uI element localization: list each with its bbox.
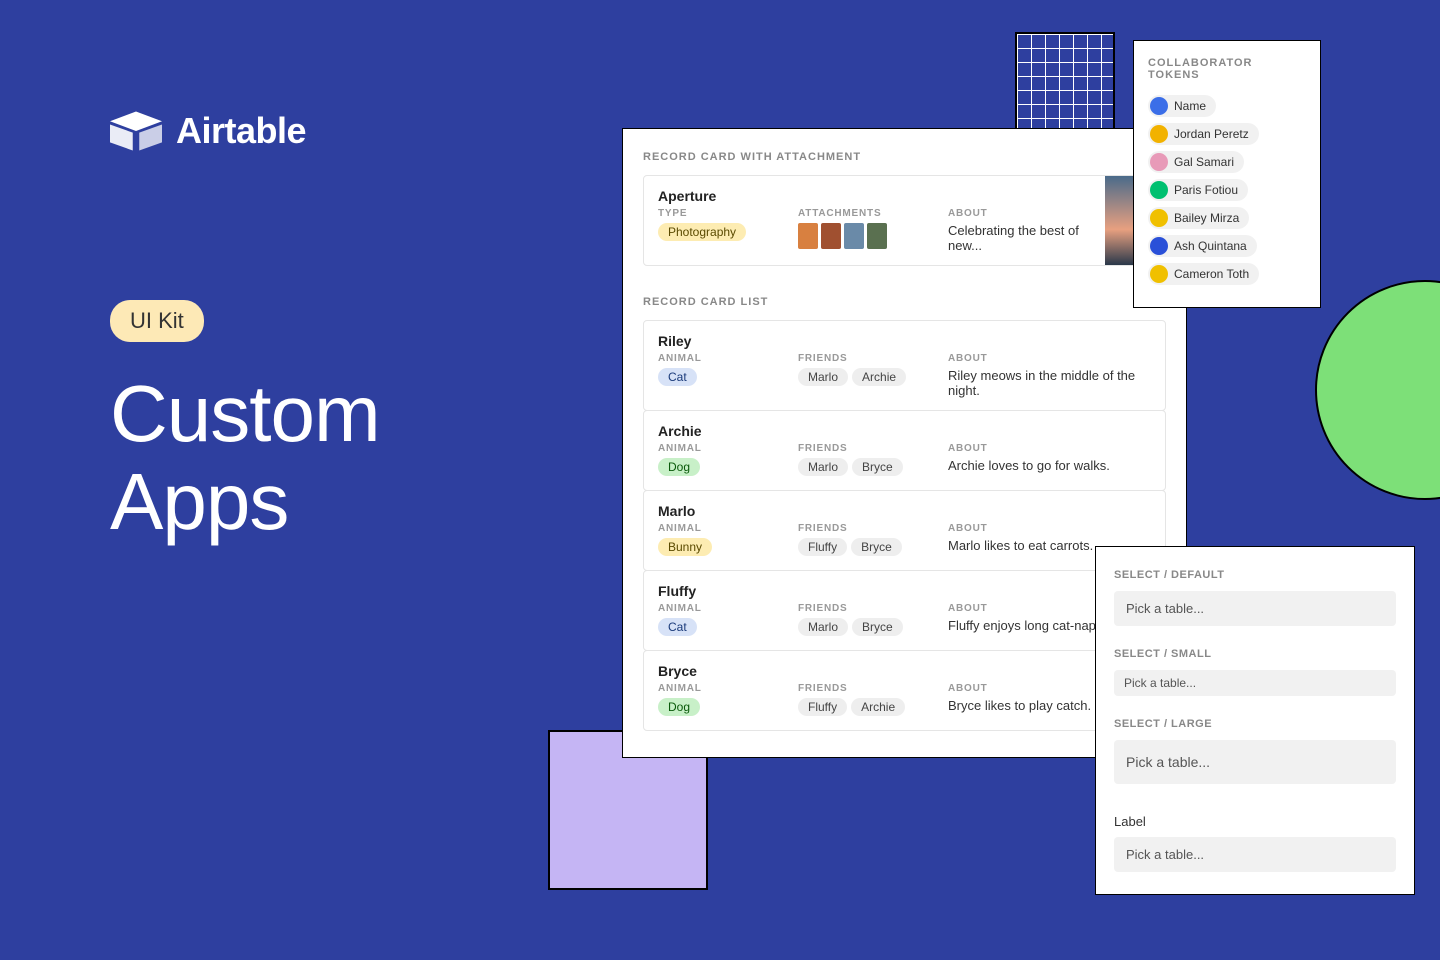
attachment-thumb[interactable] bbox=[821, 223, 841, 249]
collaborator-token[interactable]: Cameron Toth bbox=[1148, 263, 1306, 285]
avatar bbox=[1150, 125, 1168, 143]
headline-line-1: Custom bbox=[110, 370, 380, 458]
avatar bbox=[1150, 153, 1168, 171]
collaborator-name: Bailey Mirza bbox=[1174, 211, 1239, 225]
select-small-label: SELECT / SMALL bbox=[1114, 648, 1396, 660]
field-label-animal: ANIMAL bbox=[658, 353, 778, 364]
page-title: Custom Apps bbox=[110, 370, 380, 546]
collaborator-token[interactable]: Name bbox=[1148, 95, 1306, 117]
animal-tag: Dog bbox=[658, 698, 700, 716]
animal-tag: Bunny bbox=[658, 538, 712, 556]
animal-tag: Cat bbox=[658, 368, 697, 386]
field-label-friends: FRIENDS bbox=[798, 523, 928, 534]
animal-tag: Cat bbox=[658, 618, 697, 636]
record-card[interactable]: FluffyANIMALCatFRIENDSMarloBryceABOUTFlu… bbox=[643, 570, 1166, 651]
field-label-about: ABOUT bbox=[948, 208, 1095, 219]
friend-tag: Archie bbox=[852, 368, 906, 386]
collaborator-name: Paris Fotiou bbox=[1174, 183, 1238, 197]
friend-tag: Bryce bbox=[852, 618, 903, 636]
record-card[interactable]: BryceANIMALDogFRIENDSFluffyArchieABOUTBr… bbox=[643, 650, 1166, 731]
field-label-animal: ANIMAL bbox=[658, 603, 778, 614]
ui-kit-badge: UI Kit bbox=[110, 300, 204, 342]
collaborator-name: Name bbox=[1174, 99, 1206, 113]
about-text: Archie loves to go for walks. bbox=[948, 458, 1151, 473]
select-default-label: SELECT / DEFAULT bbox=[1114, 569, 1396, 581]
airtable-logo-icon bbox=[110, 111, 162, 151]
section-label-attachment: RECORD CARD WITH ATTACHMENT bbox=[643, 151, 1166, 163]
record-card-attachment[interactable]: Aperture TYPE Photography ATTACHMENTS AB… bbox=[643, 175, 1166, 266]
record-card[interactable]: Riley ANIMAL Cat FRIENDS MarloArchie ABOUT Ril… bbox=[643, 320, 1166, 411]
avatar bbox=[1150, 237, 1168, 255]
record-title: Bryce bbox=[658, 663, 778, 679]
friend-tag: Fluffy bbox=[798, 538, 847, 556]
collaborator-tokens-panel: COLLABORATOR TOKENS Name Jordan Peretz Gal… bbox=[1133, 40, 1321, 308]
select-large[interactable]: Pick a table... bbox=[1114, 740, 1396, 784]
decorative-grid-square bbox=[1015, 32, 1115, 132]
record-card[interactable]: Archie ANIMAL Dog FRIENDS MarloBryce ABOUT Arc… bbox=[643, 410, 1166, 491]
friend-tag: Bryce bbox=[851, 538, 902, 556]
friend-tag: Archie bbox=[851, 698, 905, 716]
about-text: Riley meows in the middle of the night. bbox=[948, 368, 1151, 398]
collaborator-token[interactable]: Paris Fotiou bbox=[1148, 179, 1306, 201]
record-title: Riley bbox=[658, 333, 778, 349]
avatar bbox=[1150, 97, 1168, 115]
attachment-thumb[interactable] bbox=[844, 223, 864, 249]
record-title: Archie bbox=[658, 423, 778, 439]
field-label-friends: FRIENDS bbox=[798, 443, 928, 454]
field-label-type: TYPE bbox=[658, 208, 778, 219]
field-label-animal: ANIMAL bbox=[658, 523, 778, 534]
collaborator-token[interactable]: Ash Quintana bbox=[1148, 235, 1306, 257]
brand-name: Airtable bbox=[176, 110, 306, 152]
select-labeled[interactable]: Pick a table... bbox=[1114, 837, 1396, 872]
select-default[interactable]: Pick a table... bbox=[1114, 591, 1396, 626]
record-title: Fluffy bbox=[658, 583, 778, 599]
collaborator-name: Ash Quintana bbox=[1174, 239, 1247, 253]
collaborator-name: Cameron Toth bbox=[1174, 267, 1249, 281]
friend-tag: Fluffy bbox=[798, 698, 847, 716]
avatar bbox=[1150, 181, 1168, 199]
attachment-thumb[interactable] bbox=[867, 223, 887, 249]
friend-tag: Bryce bbox=[852, 458, 903, 476]
field-label-attachments: ATTACHMENTS bbox=[798, 208, 928, 219]
avatar bbox=[1150, 265, 1168, 283]
brand-logo: Airtable bbox=[110, 110, 306, 152]
field-label-friends: FRIENDS bbox=[798, 353, 928, 364]
record-title: Aperture bbox=[658, 188, 778, 204]
select-panel: SELECT / DEFAULT Pick a table... SELECT … bbox=[1095, 546, 1415, 895]
collaborator-token[interactable]: Gal Samari bbox=[1148, 151, 1306, 173]
record-card[interactable]: MarloANIMALBunnyFRIENDSFluffyBryceABOUTM… bbox=[643, 490, 1166, 571]
field-label-animal: ANIMAL bbox=[658, 683, 778, 694]
collaborator-name: Jordan Peretz bbox=[1174, 127, 1249, 141]
section-label-list: RECORD CARD LIST bbox=[643, 296, 1166, 308]
decorative-green-circle bbox=[1315, 280, 1440, 500]
field-label-friends: FRIENDS bbox=[798, 683, 928, 694]
select-small[interactable]: Pick a table... bbox=[1114, 670, 1396, 696]
field-label-animal: ANIMAL bbox=[658, 443, 778, 454]
field-label-friends: FRIENDS bbox=[798, 603, 928, 614]
attachment-thumbs bbox=[798, 223, 928, 249]
friend-tag: Marlo bbox=[798, 618, 848, 636]
select-large-label: SELECT / LARGE bbox=[1114, 718, 1396, 730]
friend-tag: Marlo bbox=[798, 368, 848, 386]
collaborator-token[interactable]: Bailey Mirza bbox=[1148, 207, 1306, 229]
avatar bbox=[1150, 209, 1168, 227]
field-label-about: ABOUT bbox=[948, 353, 1151, 364]
collab-section-label: COLLABORATOR TOKENS bbox=[1148, 57, 1306, 81]
select-plain-label: Label bbox=[1114, 814, 1396, 829]
collaborator-token[interactable]: Jordan Peretz bbox=[1148, 123, 1306, 145]
collaborator-name: Gal Samari bbox=[1174, 155, 1234, 169]
animal-tag: Dog bbox=[658, 458, 700, 476]
attachment-thumb[interactable] bbox=[798, 223, 818, 249]
field-label-about: ABOUT bbox=[948, 523, 1151, 534]
about-text: Celebrating the best of new... bbox=[948, 223, 1095, 253]
friend-tag: Marlo bbox=[798, 458, 848, 476]
field-label-about: ABOUT bbox=[948, 443, 1151, 454]
type-tag: Photography bbox=[658, 223, 746, 241]
headline-line-2: Apps bbox=[110, 458, 380, 546]
record-title: Marlo bbox=[658, 503, 778, 519]
